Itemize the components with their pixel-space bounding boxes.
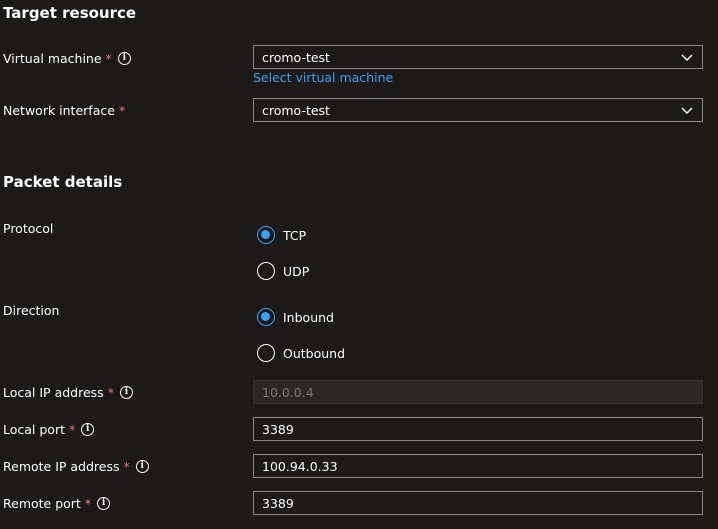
remote-port-label-text: Remote port [3, 496, 81, 511]
network-interface-label: Network interface * [3, 103, 125, 118]
radio-button-checked[interactable] [257, 308, 275, 326]
radio-outbound-label: Outbound [283, 345, 346, 361]
radio-inbound[interactable]: Inbound [257, 308, 334, 326]
network-interface-label-text: Network interface [3, 103, 115, 118]
chevron-down-icon [681, 54, 693, 61]
radio-udp-label: UDP [283, 263, 310, 279]
network-interface-dropdown[interactable]: cromo-test [253, 98, 703, 122]
local-ip-label: Local IP address * i [3, 385, 133, 400]
info-icon[interactable]: i [81, 423, 95, 436]
required-marker: * [69, 422, 76, 437]
info-icon[interactable]: i [97, 497, 111, 510]
info-icon[interactable]: i [119, 386, 133, 399]
remote-port-input[interactable]: 3389 [253, 491, 703, 515]
radio-inbound-label: Inbound [283, 309, 334, 325]
virtual-machine-dropdown[interactable]: cromo-test [253, 45, 703, 69]
info-icon[interactable]: i [135, 460, 149, 473]
required-marker: * [84, 496, 92, 511]
virtual-machine-label: Virtual machine * i [3, 51, 131, 66]
required-marker: * [118, 103, 126, 118]
network-interface-value: cromo-test [262, 102, 330, 118]
radio-outbound[interactable]: Outbound [257, 344, 345, 362]
required-marker: * [123, 459, 130, 474]
remote-port-label: Remote port * i [3, 496, 111, 511]
radio-tcp-label: TCP [283, 227, 307, 243]
required-marker: * [105, 51, 112, 66]
required-marker: * [107, 385, 114, 400]
protocol-label: Protocol [3, 221, 54, 236]
radio-tcp[interactable]: TCP [257, 226, 306, 244]
chevron-down-icon [681, 107, 693, 114]
direction-label: Direction [3, 303, 60, 318]
remote-ip-label-text: Remote IP address [3, 459, 120, 474]
radio-button[interactable] [257, 344, 275, 362]
virtual-machine-label-text: Virtual machine [3, 51, 102, 66]
section-title-target-resource: Target resource [3, 4, 137, 22]
virtual-machine-value: cromo-test [262, 49, 330, 65]
local-port-label: Local port * i [3, 422, 95, 437]
local-port-input[interactable]: 3389 [253, 417, 703, 441]
local-ip-label-text: Local IP address [3, 385, 104, 400]
remote-ip-label: Remote IP address * i [3, 459, 149, 474]
info-icon[interactable]: i [117, 52, 131, 65]
select-virtual-machine-link[interactable]: Select virtual machine [253, 70, 393, 85]
radio-udp[interactable]: UDP [257, 262, 309, 280]
section-title-packet-details: Packet details [3, 173, 123, 191]
radio-button[interactable] [257, 262, 275, 280]
remote-ip-input[interactable]: 100.94.0.33 [253, 454, 703, 478]
local-port-label-text: Local port [3, 422, 65, 437]
radio-button-checked[interactable] [257, 226, 275, 244]
local-ip-input: 10.0.0.4 [253, 380, 703, 404]
